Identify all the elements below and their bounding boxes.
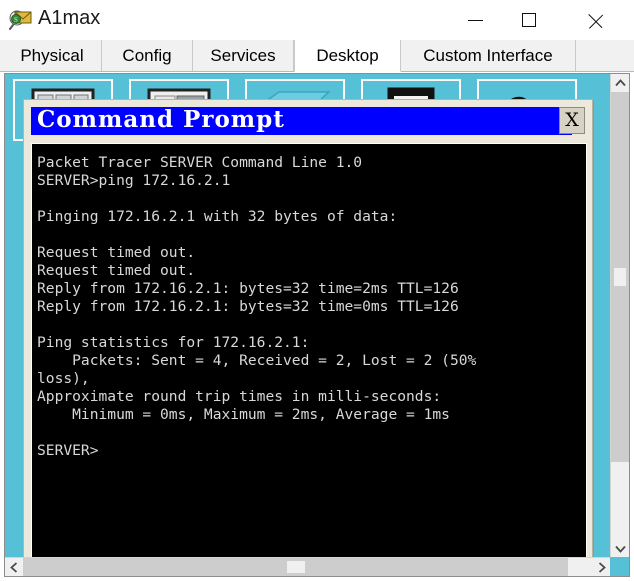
scroll-right-button[interactable] (593, 558, 611, 576)
desktop-vertical-scrollbar[interactable] (610, 74, 629, 558)
svg-text:S: S (14, 16, 18, 24)
command-prompt-title-bar: Command Prompt (31, 106, 572, 135)
chevron-down-icon (614, 545, 626, 553)
chevron-left-icon (10, 561, 18, 573)
scroll-thumb-grip (286, 561, 305, 573)
tab-strip: Physical Config Services Desktop Custom … (0, 40, 634, 72)
scrollbar-corner (610, 557, 629, 576)
console-output-area[interactable]: Packet Tracer SERVER Command Line 1.0 SE… (31, 143, 587, 558)
command-prompt-window: Command Prompt X Packet Tracer SERVER Co… (23, 99, 593, 558)
scroll-down-button[interactable] (611, 540, 629, 558)
desktop-canvas: Command Prompt X Packet Tracer SERVER Co… (5, 74, 611, 558)
console-output-text: Packet Tracer SERVER Command Line 1.0 SE… (37, 154, 477, 459)
title-bar: S A1max (0, 0, 634, 40)
minimize-button[interactable] (456, 0, 502, 40)
maximize-icon (522, 13, 536, 27)
desktop-horizontal-scrollbar[interactable] (5, 557, 611, 576)
desktop-panel: Command Prompt X Packet Tracer SERVER Co… (4, 73, 630, 577)
chevron-right-icon (598, 561, 606, 573)
horizontal-scroll-thumb[interactable] (23, 558, 568, 576)
vertical-scroll-thumb[interactable] (611, 92, 629, 462)
tab-custom-interface[interactable]: Custom Interface (401, 40, 576, 71)
packet-tracer-icon: S (9, 9, 33, 31)
application-window: S A1max Physical Config Services Desktop… (0, 0, 634, 581)
chevron-up-icon (614, 79, 626, 87)
command-prompt-close-button[interactable]: X (559, 107, 585, 134)
tab-physical[interactable]: Physical (3, 40, 102, 71)
window-title: A1max (38, 7, 101, 29)
close-button[interactable] (578, 0, 624, 40)
maximize-button[interactable] (508, 0, 554, 40)
tab-services[interactable]: Services (193, 40, 294, 71)
close-icon (588, 12, 604, 28)
minimize-icon (468, 20, 483, 21)
tab-desktop[interactable]: Desktop (294, 40, 401, 72)
scroll-left-button[interactable] (5, 558, 23, 576)
command-prompt-title: Command Prompt (37, 106, 285, 133)
tab-config[interactable]: Config (102, 40, 193, 71)
scroll-up-button[interactable] (611, 74, 629, 92)
scroll-thumb-grip (614, 268, 626, 286)
